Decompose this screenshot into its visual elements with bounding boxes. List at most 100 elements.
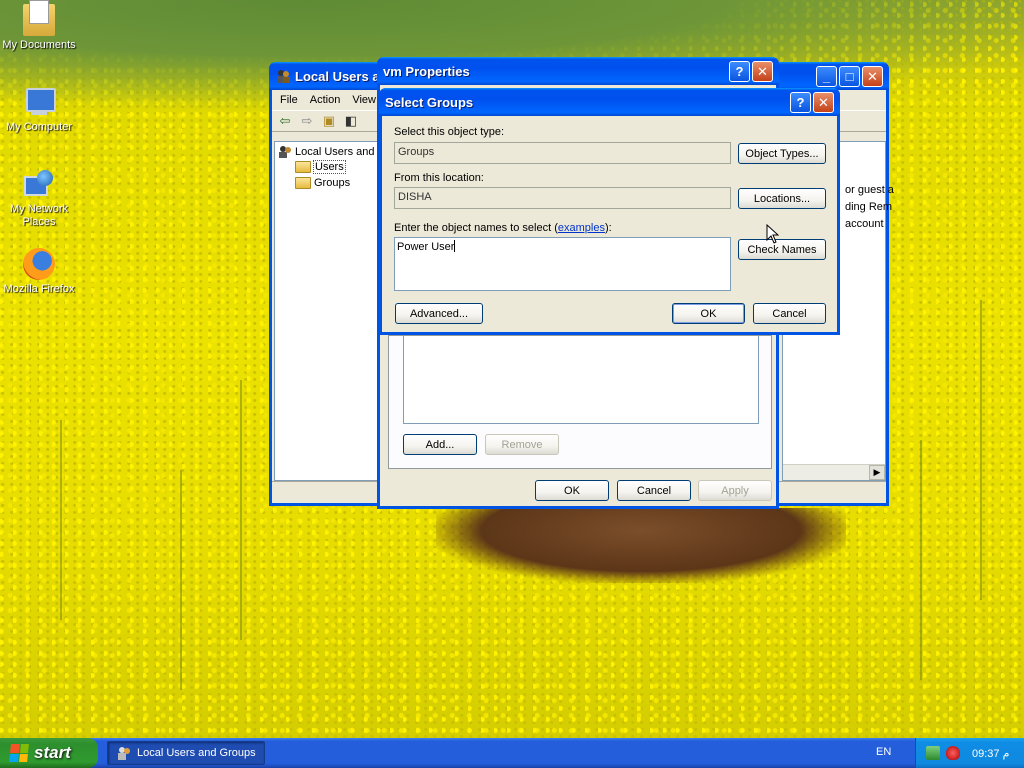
ok-button-label: OK: [700, 307, 717, 320]
wallpaper-stem: [980, 300, 982, 600]
mouse-pointer-icon: [766, 224, 780, 244]
add-button-label: Add...: [425, 438, 455, 451]
up-folder-icon[interactable]: ▣: [320, 112, 338, 130]
cancel-button-label: Cancel: [636, 484, 672, 497]
select-groups-title: Select Groups: [385, 94, 474, 110]
maximize-button[interactable]: □: [839, 65, 860, 87]
help-button[interactable]: ?: [790, 91, 811, 113]
close-button[interactable]: ✕: [752, 60, 773, 82]
desktop-wallpaper: My Documents My Computer My Network Plac…: [0, 0, 1024, 738]
forward-arrow-icon[interactable]: ⇨: [298, 112, 316, 130]
text-caret: [454, 240, 456, 252]
users-groups-icon: [279, 146, 291, 158]
desktop-icon-label: Mozilla Firefox: [3, 283, 75, 295]
cancel-button-label: Cancel: [772, 307, 807, 320]
object-types-button[interactable]: Object Types...: [738, 143, 826, 164]
check-names-button[interactable]: Check Names: [738, 239, 826, 260]
menu-view[interactable]: View: [352, 94, 376, 106]
start-button[interactable]: start: [0, 738, 98, 768]
tree-item-label: Users: [313, 160, 346, 174]
wallpaper-stem: [180, 470, 182, 690]
my-computer-icon: [23, 86, 56, 118]
minimize-button[interactable]: _: [816, 65, 837, 87]
wallpaper-stem: [60, 420, 62, 620]
select-groups-titlebar[interactable]: Select Groups ? ✕: [379, 88, 840, 116]
ok-button[interactable]: OK: [535, 480, 609, 501]
check-names-button-label: Check Names: [747, 243, 817, 256]
windows-flag-icon: [9, 744, 29, 762]
console-tree: Local Users and Groups (Local) Users Gro…: [274, 141, 450, 481]
desktop-icon-label: My Network Places: [9, 203, 69, 228]
wallpaper-stem: [920, 440, 922, 680]
clock[interactable]: 09:37 م: [972, 747, 1009, 760]
taskbar: start Local Users and Groups EN 09:37 م: [0, 738, 1024, 768]
object-type-label: Select this object type:: [394, 126, 505, 138]
object-names-label-prefix: Enter the object names to select (: [394, 222, 558, 234]
start-button-label: start: [34, 743, 71, 762]
menu-file[interactable]: File: [280, 94, 298, 106]
wallpaper-horse: [436, 508, 846, 583]
wallpaper-stem: [240, 380, 242, 640]
props-titlebar[interactable]: vm Properties ? ✕: [377, 57, 779, 85]
folder-icon: [295, 161, 311, 173]
add-button[interactable]: Add...: [403, 434, 477, 455]
horizontal-scrollbar[interactable]: ▶: [783, 464, 885, 480]
location-field: DISHA: [394, 187, 731, 209]
select-groups-dialog: Select Groups ? ✕ Select this object typ…: [379, 88, 840, 335]
my-documents-icon: [23, 0, 55, 36]
apply-button-label: Apply: [721, 484, 749, 497]
details-text: ding Rem: [845, 201, 893, 213]
object-names-textarea[interactable]: Power User: [394, 237, 731, 291]
scroll-right-arrow-icon[interactable]: ▶: [869, 465, 885, 480]
desktop-icon-label: My Documents: [2, 39, 76, 51]
close-button[interactable]: ✕: [862, 65, 883, 87]
object-types-button-label: Object Types...: [745, 147, 819, 160]
desktop-icon-mozilla-firefox[interactable]: Mozilla Firefox: [0, 248, 78, 296]
member-of-panel: Add... Remove: [388, 335, 772, 469]
remove-button-label: Remove: [501, 438, 543, 451]
help-button[interactable]: ?: [729, 60, 750, 82]
taskbar-item-label: Local Users and Groups: [137, 747, 256, 759]
my-network-places-icon: [23, 168, 55, 200]
security-shield-icon[interactable]: [946, 746, 960, 760]
object-names-label: Enter the object names to select (exampl…: [394, 222, 612, 234]
desktop-icon-my-computer[interactable]: My Computer: [0, 86, 78, 134]
tree-item-label: Groups: [314, 177, 351, 189]
location-label: From this location:: [394, 172, 484, 184]
details-text: account: [845, 218, 884, 230]
tree-item-users[interactable]: Users: [295, 160, 346, 174]
desktop-icon-label: My Computer: [5, 121, 73, 133]
firefox-icon: [23, 248, 55, 280]
details-text: or guest a: [845, 184, 894, 196]
system-tray: 09:37 م: [915, 738, 1024, 768]
menu-action[interactable]: Action: [310, 94, 341, 106]
folder-icon: [295, 177, 311, 189]
remove-button[interactable]: Remove: [485, 434, 559, 455]
examples-link[interactable]: examples: [558, 222, 605, 234]
object-names-label-suffix: ):: [604, 222, 612, 234]
apply-button[interactable]: Apply: [698, 480, 772, 501]
locations-button-label: Locations...: [753, 192, 811, 205]
cancel-button[interactable]: Cancel: [753, 303, 826, 324]
object-names-value: Power User: [397, 241, 455, 253]
desktop-icon-my-network-places[interactable]: My Network Places: [0, 168, 78, 229]
ok-button[interactable]: OK: [672, 303, 745, 324]
ok-button-label: OK: [564, 484, 580, 497]
locations-button[interactable]: Locations...: [738, 188, 826, 209]
object-type-field: Groups: [394, 142, 731, 164]
back-arrow-icon[interactable]: ⇦: [276, 112, 294, 130]
language-indicator[interactable]: EN: [876, 746, 891, 758]
desktop-icon-my-documents[interactable]: My Documents: [0, 0, 78, 52]
close-button[interactable]: ✕: [813, 91, 834, 113]
cancel-button[interactable]: Cancel: [617, 480, 691, 501]
show-hide-tree-icon[interactable]: ◧: [342, 112, 360, 130]
network-tray-icon[interactable]: [926, 746, 940, 760]
props-title: vm Properties: [383, 63, 470, 79]
member-of-listbox[interactable]: [403, 336, 759, 424]
users-groups-icon: [118, 747, 130, 760]
tree-item-groups[interactable]: Groups: [295, 177, 350, 189]
advanced-button-label: Advanced...: [409, 307, 469, 320]
users-groups-icon: [275, 68, 291, 84]
advanced-button[interactable]: Advanced...: [395, 303, 483, 324]
taskbar-item-local-users-groups[interactable]: Local Users and Groups: [107, 741, 265, 765]
